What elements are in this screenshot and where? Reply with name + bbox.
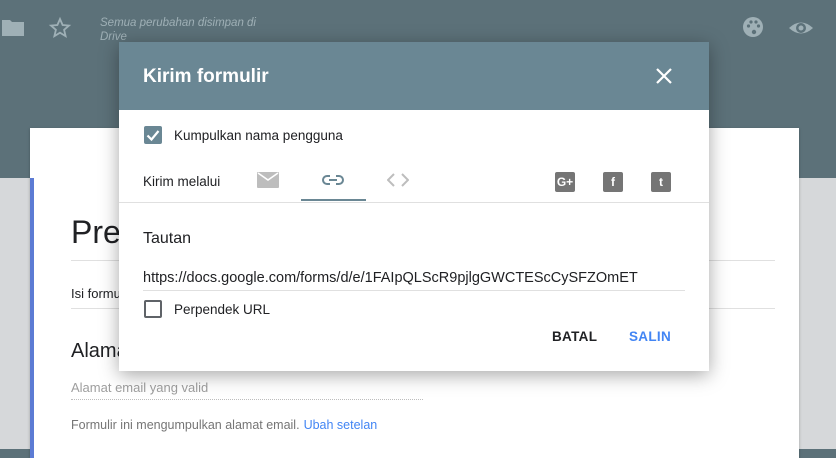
cancel-button[interactable]: BATAL <box>552 328 597 352</box>
palette-icon[interactable] <box>742 16 764 38</box>
collect-email-label[interactable]: Kumpulkan nama pengguna <box>174 128 343 143</box>
save-status-text: Semua perubahan disimpan di Drive <box>100 17 256 43</box>
tab-link[interactable] <box>301 160 365 200</box>
copy-button[interactable]: SALIN <box>629 328 671 352</box>
dialog-title: Kirim formulir <box>143 66 269 87</box>
question-note-text: Formulir ini mengumpulkan alamat email. <box>71 418 300 432</box>
link-section-title: Tautan <box>143 230 192 247</box>
form-accent-bar <box>30 178 34 458</box>
twitter-share-button[interactable]: t <box>651 172 671 192</box>
collect-email-checkbox[interactable] <box>144 126 162 144</box>
dialog-divider <box>119 202 709 203</box>
shorten-url-label[interactable]: Perpendek URL <box>174 302 270 317</box>
folder-icon[interactable] <box>2 18 24 36</box>
email-icon <box>257 172 279 188</box>
tab-embed[interactable] <box>366 160 430 200</box>
question-answer-line <box>71 398 423 400</box>
google-plus-share-button[interactable]: G+ <box>555 172 575 192</box>
facebook-share-button[interactable]: f <box>603 172 623 192</box>
twitter-icon: t <box>659 175 663 189</box>
question-placeholder: Alamat email yang valid <box>71 380 209 395</box>
dialog-header: Kirim formulir <box>119 42 709 110</box>
google-plus-icon: G+ <box>556 175 574 189</box>
send-via-label: Kirim melalui <box>143 174 221 189</box>
preview-eye-icon[interactable] <box>788 16 814 40</box>
form-link-input[interactable] <box>143 266 685 291</box>
active-tab-indicator <box>301 199 366 201</box>
change-settings-link[interactable]: Ubah setelan <box>304 418 378 432</box>
embed-code-icon <box>387 173 409 187</box>
send-form-dialog: Kirim formulir Kumpulkan nama pengguna K… <box>119 42 709 371</box>
shorten-url-checkbox[interactable] <box>144 300 162 318</box>
tab-email[interactable] <box>236 160 300 200</box>
checkmark-icon <box>146 130 160 142</box>
facebook-icon: f <box>611 175 615 189</box>
question-note: Formulir ini mengumpulkan alamat email. U… <box>71 418 377 432</box>
link-icon <box>322 175 344 185</box>
form-description[interactable]: Isi formu <box>71 286 121 301</box>
star-icon[interactable] <box>48 16 72 40</box>
form-title[interactable]: Pre <box>71 214 121 251</box>
close-icon[interactable] <box>654 66 674 86</box>
